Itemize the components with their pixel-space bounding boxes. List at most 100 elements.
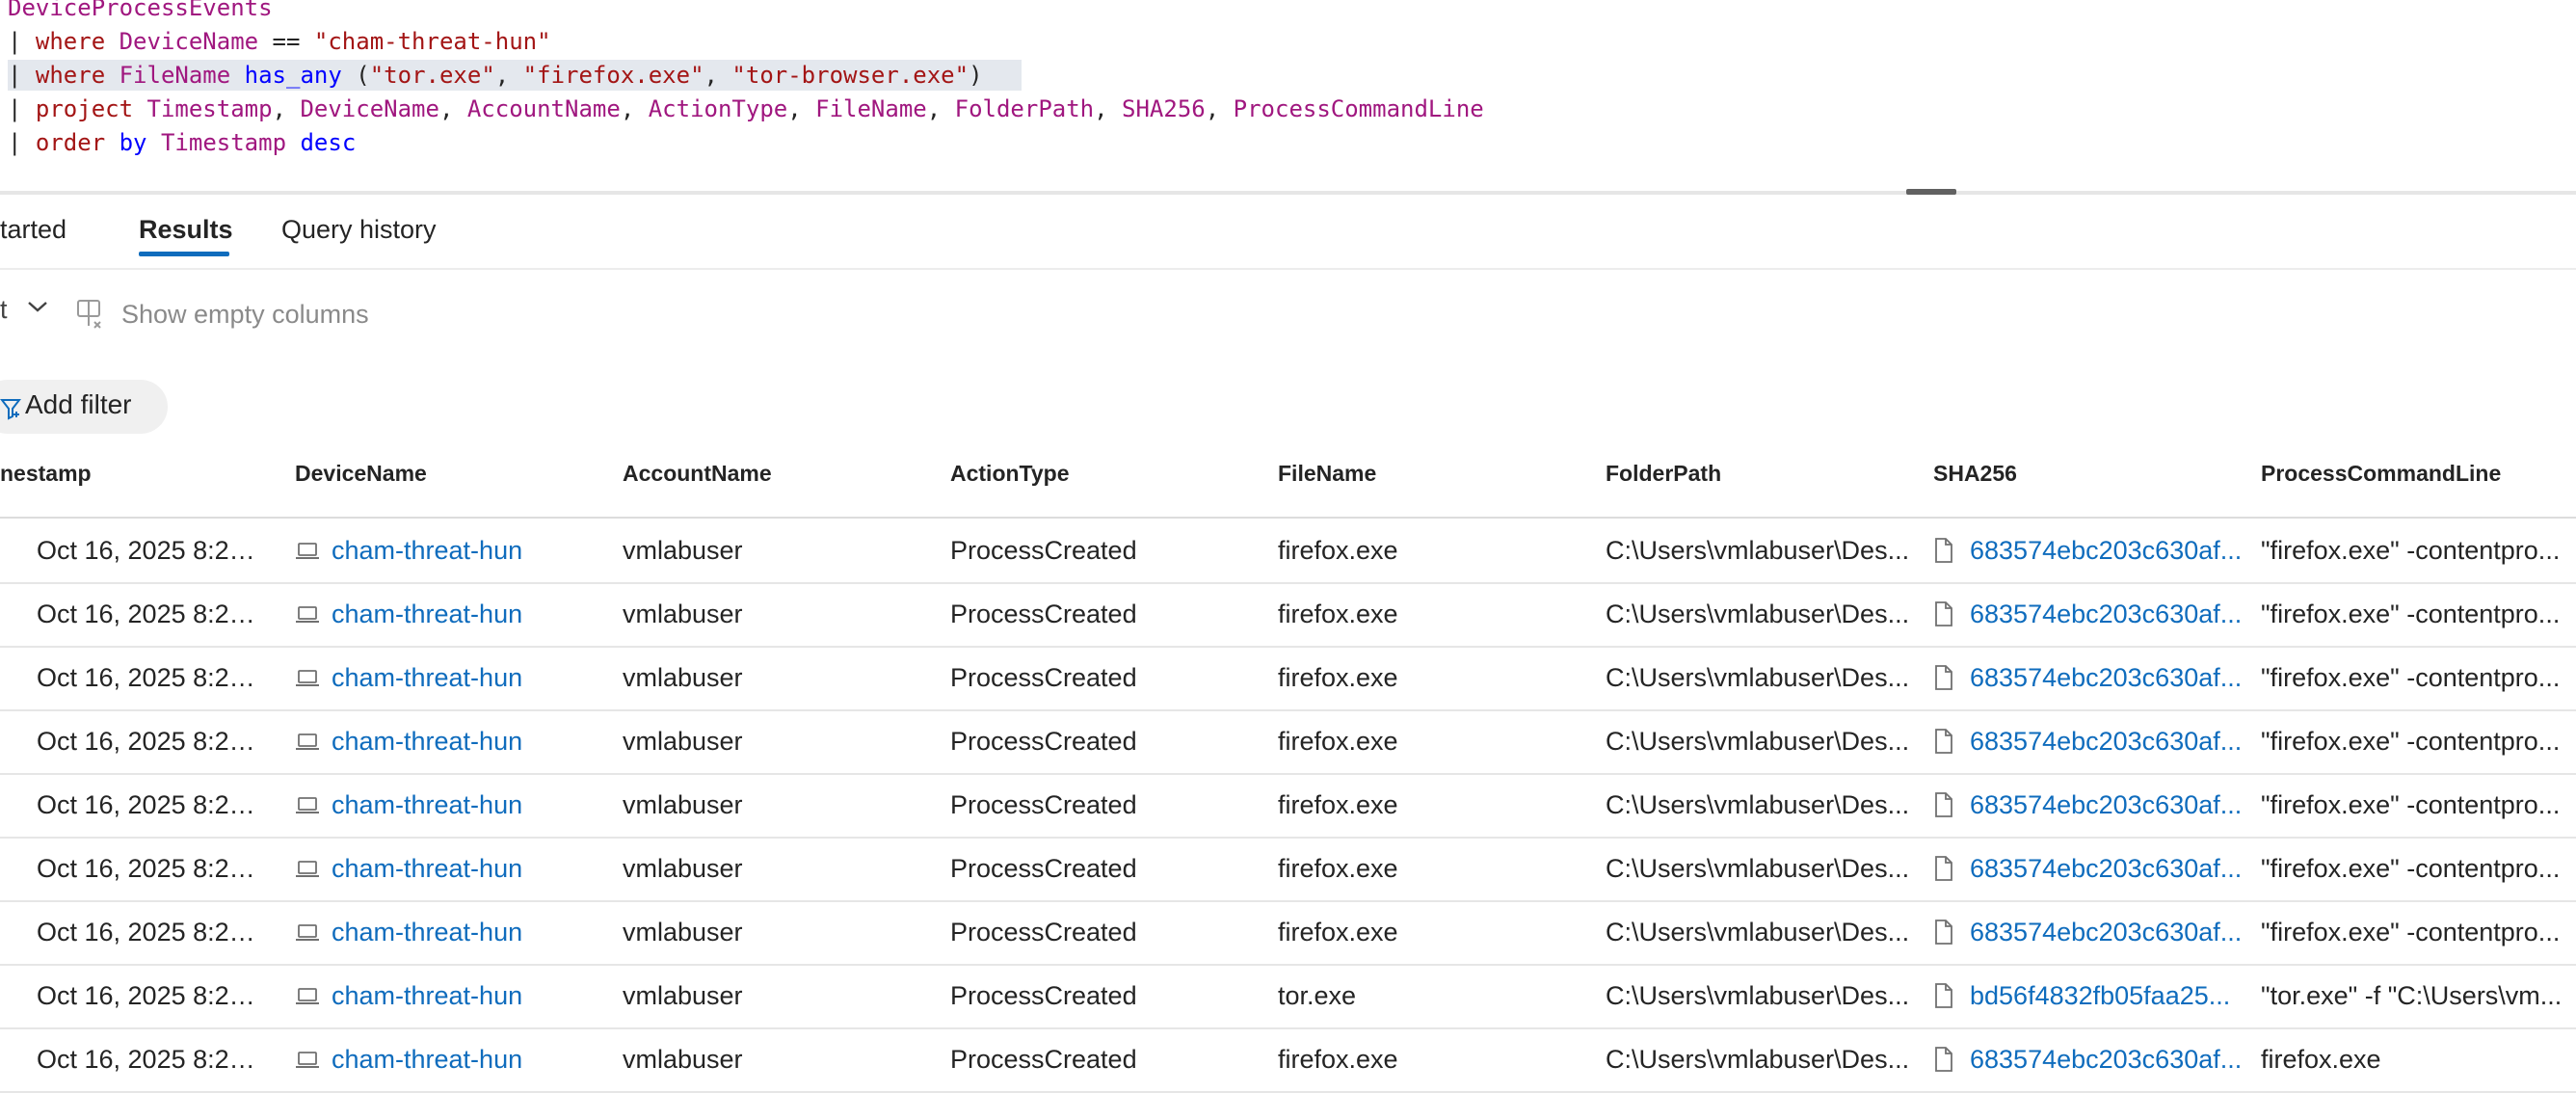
query-line[interactable]: | project Timestamp, DeviceName, Account…	[8, 92, 1484, 126]
cell-devicename-link[interactable]: cham-threat-hun	[332, 773, 621, 837]
table-row[interactable]: Oct 16, 2025 8:23:... cham-threat-hun vmla…	[0, 837, 2576, 902]
cell-folderpath: C:\Users\vmlabuser\Des...	[1606, 600, 1910, 628]
query-line[interactable]: DeviceProcessEvents	[8, 0, 273, 25]
query-line[interactable]: | where FileName has_any ("tor.exe", "fi…	[8, 58, 1022, 93]
document-icon	[1933, 919, 1954, 950]
document-icon	[1933, 600, 1954, 632]
cell-accountname: vmlabuser	[623, 981, 743, 1010]
query-token	[230, 62, 244, 89]
query-line[interactable]: | where DeviceName == "cham-threat-hun"	[8, 24, 551, 59]
splitter-grip[interactable]	[1906, 189, 1956, 195]
table-row[interactable]: Oct 16, 2025 8:23:... cham-threat-hun vmla…	[0, 1027, 2576, 1093]
cell-accountname: vmlabuser	[623, 600, 743, 628]
column-header-devicename[interactable]: DeviceName	[295, 461, 427, 487]
pane-splitter[interactable]	[0, 191, 2576, 195]
cell-sha256-link[interactable]: 683574ebc203c630af...	[1970, 900, 2243, 964]
query-token: by	[119, 129, 161, 156]
tab-results[interactable]: Results	[139, 210, 233, 249]
query-token: ,	[438, 95, 467, 122]
column-header-processcommandline[interactable]: ProcessCommandLine	[2261, 461, 2501, 487]
document-icon	[1933, 728, 1954, 760]
document-icon	[1933, 855, 1954, 887]
toolbar-dropdown-label[interactable]: t	[0, 295, 8, 325]
cell-actiontype: ProcessCreated	[950, 600, 1137, 628]
cell-folderpath: C:\Users\vmlabuser\Des...	[1606, 790, 1910, 819]
cell-sha256-link[interactable]: 683574ebc203c630af...	[1970, 582, 2243, 646]
laptop-icon	[295, 1048, 320, 1076]
query-token: AccountName	[466, 95, 621, 122]
cell-actiontype: ProcessCreated	[950, 727, 1137, 756]
add-filter-button[interactable]: Add filter	[0, 380, 168, 434]
laptop-icon	[295, 666, 320, 694]
cell-sha256-link[interactable]: 683574ebc203c630af...	[1970, 519, 2243, 582]
cell-timestamp: Oct 16, 2025 8:23:...	[37, 854, 268, 883]
column-header-sha256[interactable]: SHA256	[1933, 461, 2017, 487]
cell-sha256-link[interactable]: 683574ebc203c630af...	[1970, 709, 2243, 773]
table-row[interactable]: Oct 16, 2025 8:23:... cham-threat-hun vmla…	[0, 709, 2576, 775]
query-token: order	[35, 129, 120, 156]
laptop-icon	[295, 602, 320, 630]
query-token: ,	[272, 95, 301, 122]
cell-devicename-link[interactable]: cham-threat-hun	[332, 900, 621, 964]
cell-sha256-link[interactable]: 683574ebc203c630af...	[1970, 837, 2243, 900]
query-token: "tor-browser.exe"	[731, 62, 969, 89]
cell-sha256-link[interactable]: 683574ebc203c630af...	[1970, 773, 2243, 837]
tabs-divider	[0, 268, 2576, 270]
table-row[interactable]: Oct 16, 2025 8:23:... cham-threat-hun vmla…	[0, 582, 2576, 648]
tab-query-history[interactable]: Query history	[281, 210, 437, 249]
query-token: "firefox.exe"	[522, 62, 704, 89]
cell-actiontype: ProcessCreated	[950, 981, 1137, 1010]
query-token: ,	[926, 95, 955, 122]
cell-devicename-link[interactable]: cham-threat-hun	[332, 1027, 621, 1091]
chevron-down-icon[interactable]	[25, 295, 50, 318]
pipe-operator: |	[8, 62, 36, 89]
cell-timestamp: Oct 16, 2025 8:23:...	[37, 536, 268, 565]
table-row[interactable]: Oct 16, 2025 8:23:... cham-threat-hun vmla…	[0, 964, 2576, 1029]
cell-devicename-link[interactable]: cham-threat-hun	[332, 837, 621, 900]
cell-accountname: vmlabuser	[623, 1045, 743, 1074]
query-token: Timestamp	[160, 129, 287, 156]
tab-results-indicator	[139, 252, 229, 256]
column-header-folderpath[interactable]: FolderPath	[1606, 461, 1721, 487]
cell-sha256-link[interactable]: 683574ebc203c630af...	[1970, 646, 2243, 709]
laptop-icon	[295, 793, 320, 821]
column-header-filename[interactable]: FileName	[1278, 461, 1376, 487]
cell-actiontype: ProcessCreated	[950, 536, 1137, 565]
query-token: DeviceName	[300, 95, 439, 122]
cell-timestamp: Oct 16, 2025 8:23:...	[37, 918, 268, 946]
cell-processcommandline: "firefox.exe" -contentpro...	[2261, 727, 2561, 756]
cell-actiontype: ProcessCreated	[950, 918, 1137, 946]
query-token: FileName	[119, 62, 231, 89]
cell-devicename-link[interactable]: cham-threat-hun	[332, 646, 621, 709]
table-row[interactable]: Oct 16, 2025 8:23:... cham-threat-hun vmla…	[0, 773, 2576, 839]
column-header-accountname[interactable]: AccountName	[623, 461, 772, 487]
column-header-timestamp[interactable]: nestamp	[0, 461, 92, 487]
cell-folderpath: C:\Users\vmlabuser\Des...	[1606, 981, 1910, 1010]
laptop-icon	[295, 539, 320, 567]
tab-getting-started[interactable]: tarted	[0, 210, 66, 249]
cell-devicename-link[interactable]: cham-threat-hun	[332, 709, 621, 773]
query-token: FileName	[815, 95, 927, 122]
cell-timestamp: Oct 16, 2025 8:23:...	[37, 790, 268, 819]
query-editor[interactable]: DeviceProcessEvents | where DeviceName ==…	[0, 0, 2576, 191]
cell-sha256-link[interactable]: 683574ebc203c630af...	[1970, 1027, 2243, 1091]
show-empty-columns-toggle[interactable]: Show empty columns	[75, 295, 369, 333]
table-row[interactable]: Oct 16, 2025 8:23:... cham-threat-hun vmla…	[0, 519, 2576, 584]
cell-devicename-link[interactable]: cham-threat-hun	[332, 519, 621, 582]
cell-timestamp: Oct 16, 2025 8:23:...	[37, 1045, 268, 1074]
query-line[interactable]: | order by Timestamp desc	[8, 125, 356, 160]
document-icon	[1933, 982, 1954, 1014]
column-header-actiontype[interactable]: ActionType	[950, 461, 1070, 487]
query-token: ,	[704, 62, 732, 89]
cell-devicename-link[interactable]: cham-threat-hun	[332, 582, 621, 646]
cell-actiontype: ProcessCreated	[950, 790, 1137, 819]
cell-filename: firefox.exe	[1278, 918, 1398, 946]
cell-sha256-link[interactable]: bd56f4832fb05faa25...	[1970, 964, 2243, 1027]
cell-accountname: vmlabuser	[623, 790, 743, 819]
cell-filename: tor.exe	[1278, 981, 1357, 1010]
cell-processcommandline: "firefox.exe" -contentpro...	[2261, 854, 2561, 883]
cell-devicename-link[interactable]: cham-threat-hun	[332, 964, 621, 1027]
table-row[interactable]: Oct 16, 2025 8:23:... cham-threat-hun vmla…	[0, 646, 2576, 711]
query-token: ,	[1205, 95, 1234, 122]
table-row[interactable]: Oct 16, 2025 8:23:... cham-threat-hun vmla…	[0, 900, 2576, 966]
